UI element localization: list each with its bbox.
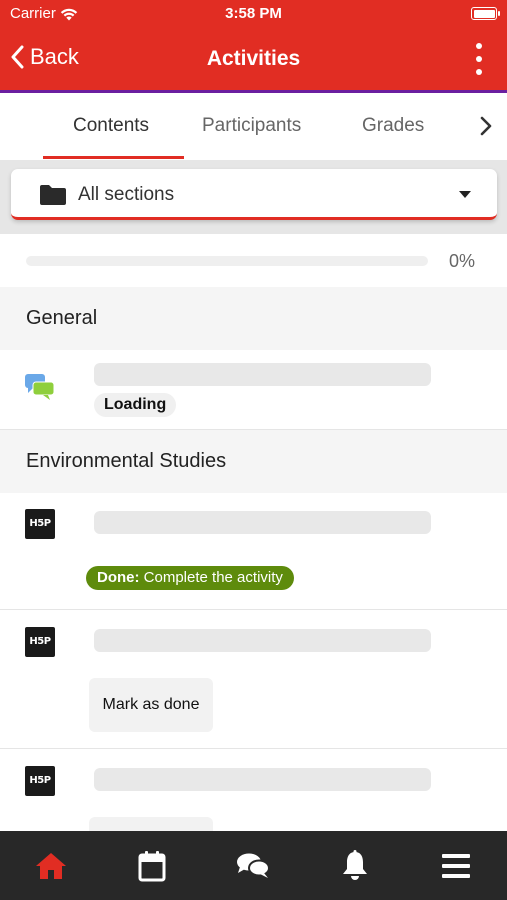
activity-title-placeholder bbox=[94, 768, 431, 791]
messages-icon bbox=[237, 853, 271, 878]
section-title: General bbox=[26, 307, 98, 329]
forum-icon bbox=[25, 374, 55, 400]
more-vertical-icon[interactable] bbox=[473, 43, 485, 75]
nav-home[interactable] bbox=[0, 831, 101, 900]
back-button[interactable]: Back bbox=[10, 44, 79, 70]
activity-title-placeholder bbox=[94, 363, 431, 386]
caret-down-icon bbox=[459, 191, 471, 198]
progress-percent: 0% bbox=[448, 251, 475, 271]
done-label: Done: bbox=[97, 569, 140, 586]
battery-icon bbox=[471, 7, 500, 20]
back-label: Back bbox=[30, 44, 79, 69]
active-tab-indicator bbox=[43, 156, 184, 159]
section-header-general: General bbox=[0, 287, 507, 350]
loading-badge: Loading bbox=[94, 393, 177, 417]
activity-h5p-3[interactable]: H5P bbox=[0, 749, 507, 831]
status-time: 3:58 PM bbox=[225, 5, 282, 22]
activity-h5p-1[interactable]: H5P Done: Complete the activity bbox=[0, 493, 507, 610]
mark-as-done-button-partial[interactable] bbox=[89, 817, 213, 831]
activity-title-placeholder bbox=[94, 629, 431, 652]
tab-contents[interactable]: Contents bbox=[73, 115, 149, 137]
section-header-environmental-studies: Environmental Studies bbox=[0, 430, 507, 493]
menu-icon bbox=[442, 853, 471, 878]
tab-bar: Contents Participants Grades bbox=[0, 93, 507, 160]
done-text: Complete the activity bbox=[143, 569, 283, 586]
chevron-right-icon[interactable] bbox=[479, 116, 493, 136]
section-selector-label: All sections bbox=[78, 184, 175, 205]
section-selector-area: All sections bbox=[0, 160, 507, 234]
nav-menu[interactable] bbox=[406, 831, 507, 900]
activity-h5p-2[interactable]: H5P Mark as done bbox=[0, 610, 507, 749]
h5p-icon: H5P bbox=[25, 509, 55, 539]
bell-icon bbox=[342, 849, 367, 880]
nav-calendar[interactable] bbox=[101, 831, 202, 900]
h5p-icon: H5P bbox=[25, 766, 55, 796]
bottom-nav bbox=[0, 831, 507, 900]
progress-bar bbox=[26, 256, 428, 266]
chevron-left-icon bbox=[11, 45, 24, 69]
activity-title-placeholder bbox=[94, 511, 431, 534]
home-icon bbox=[35, 852, 66, 879]
calendar-icon bbox=[138, 850, 166, 881]
folder-icon bbox=[40, 185, 66, 205]
section-selector[interactable]: All sections bbox=[11, 169, 497, 220]
tab-grades[interactable]: Grades bbox=[362, 115, 424, 137]
activity-forum[interactable]: Loading bbox=[0, 350, 507, 430]
completion-done-badge: Done: Complete the activity bbox=[86, 566, 294, 590]
h5p-icon: H5P bbox=[25, 627, 55, 657]
course-progress: 0% bbox=[0, 234, 507, 287]
mark-as-done-button[interactable]: Mark as done bbox=[89, 678, 213, 732]
section-title: Environmental Studies bbox=[26, 450, 227, 472]
app-header: Back Activities bbox=[0, 28, 507, 90]
nav-notifications[interactable] bbox=[304, 831, 405, 900]
tab-participants[interactable]: Participants bbox=[202, 115, 301, 137]
status-bar: Carrier 3:58 PM bbox=[0, 0, 507, 28]
nav-messages[interactable] bbox=[203, 831, 304, 900]
